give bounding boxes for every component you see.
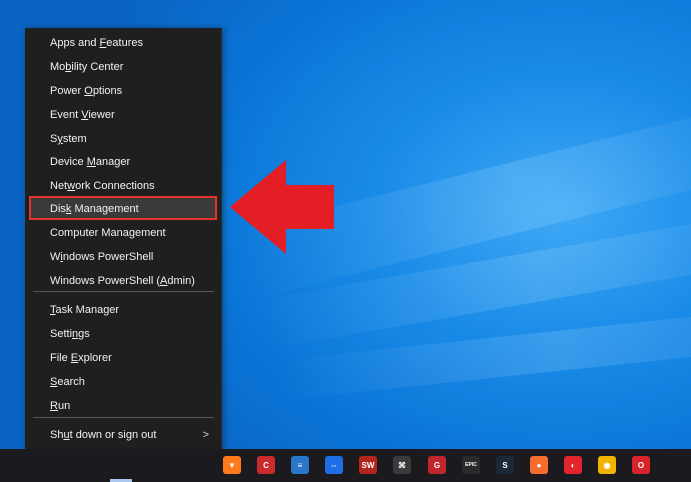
network-app-icon[interactable]: ⌘: [393, 456, 411, 474]
menu-item-label: t down or sign out: [69, 429, 157, 441]
epic-games-icon[interactable]: EPIC: [462, 456, 480, 474]
menu-item-label: anager: [95, 156, 131, 168]
menu-item-search[interactable]: Search: [29, 370, 217, 394]
menu-item-system[interactable]: System: [29, 127, 217, 151]
steam-icon[interactable]: S: [496, 456, 514, 474]
menu-item-label: Power: [50, 85, 85, 97]
origin-icon[interactable]: ●: [530, 456, 548, 474]
menu-item-power-options[interactable]: Power Options: [29, 79, 217, 103]
menu-item-accelerator: R: [50, 400, 58, 412]
menu-item-label: ptions: [92, 85, 123, 97]
menu-item-accelerator: O: [84, 85, 93, 97]
sw-app-icon[interactable]: SW: [359, 456, 377, 474]
red-arrow-annotation: [230, 160, 334, 254]
menu-item-label: Dis: [50, 203, 66, 215]
menu-item-label: ement: [135, 227, 166, 239]
opera-icon[interactable]: O: [632, 456, 650, 474]
menu-item-label: dmin): [167, 275, 195, 287]
menu-item-label: Net: [50, 180, 68, 192]
menu-item-event-viewer[interactable]: Event Viewer: [29, 103, 217, 127]
menu-separator: [33, 417, 214, 418]
menu-item-label: Device: [50, 156, 87, 168]
menu-item-windows-powershell-admin[interactable]: Windows PowerShell (Admin): [29, 269, 217, 293]
firefox-icon[interactable]: ▼: [223, 456, 241, 474]
menu-item-label: xplorer: [78, 352, 112, 364]
taskbar: ▼ C ≡ ⇔ SW ⌘ G EPIC S ● ◐ ◉ O: [0, 449, 691, 482]
menu-item-task-manager[interactable]: Task Manager: [29, 298, 217, 322]
chrome-icon[interactable]: ◉: [598, 456, 616, 474]
menu-item-device-manager[interactable]: Device Manager: [29, 150, 217, 174]
menu-item-label: Mo: [50, 61, 66, 73]
menu-item-label: ndows PowerShell: [62, 251, 154, 263]
menu-item-computer-management[interactable]: Computer Management: [29, 221, 217, 245]
menu-item-mobility-center[interactable]: Mobility Center: [29, 55, 217, 79]
menu-item-label: Apps and: [50, 37, 100, 49]
menu-item-windows-powershell[interactable]: Windows PowerShell: [29, 245, 217, 269]
menu-item-label: ork Connections: [75, 180, 155, 192]
menu-item-label: eatures: [106, 37, 143, 49]
menu-item-label: Computer Mana: [50, 227, 129, 239]
menu-item-label: Setti: [50, 328, 73, 340]
menu-item-label: earch: [57, 376, 85, 388]
menu-item-label: un: [57, 400, 71, 412]
menu-item-label: Event: [50, 109, 82, 121]
menu-item-label: Sh: [50, 429, 64, 441]
menu-item-accelerator: M: [86, 156, 96, 168]
menu-item-label: ask Manager: [55, 304, 120, 316]
docs-app-icon[interactable]: ≡: [291, 456, 309, 474]
game-app-icon[interactable]: G: [428, 456, 446, 474]
winx-power-user-menu: Apps and Features Mobility Center Power Op…: [25, 28, 222, 474]
ccleaner-icon[interactable]: C: [257, 456, 275, 474]
menu-separator: [33, 291, 214, 292]
menu-item-label: ility Center: [71, 61, 124, 73]
teamviewer-icon[interactable]: ⇔: [325, 456, 343, 474]
menu-item-run[interactable]: Run: [29, 394, 217, 418]
menu-item-file-explorer[interactable]: File Explorer: [29, 346, 217, 370]
menu-item-label: W: [50, 251, 61, 263]
chevron-right-icon: >: [202, 429, 209, 441]
menu-item-accelerator: w: [67, 180, 76, 192]
menu-item-apps-and-features[interactable]: Apps and Features: [29, 31, 217, 55]
menu-item-label: File: [50, 352, 71, 364]
menu-item-network-connections[interactable]: Network Connections: [29, 174, 217, 198]
menu-item-label: Windows PowerShell (: [50, 275, 161, 287]
menu-item-label: iewer: [88, 109, 115, 121]
menu-item-disk-management[interactable]: Disk Management: [29, 197, 217, 221]
menu-item-settings[interactable]: Settings: [29, 322, 217, 346]
menu-item-label: stem: [62, 133, 87, 145]
red-app-icon[interactable]: ◐: [564, 456, 582, 474]
menu-item-shut-down-or-sign-out[interactable]: Shut down or sign out >: [29, 423, 217, 447]
menu-item-label: gs: [78, 328, 90, 340]
menu-item-label: Management: [71, 203, 139, 215]
